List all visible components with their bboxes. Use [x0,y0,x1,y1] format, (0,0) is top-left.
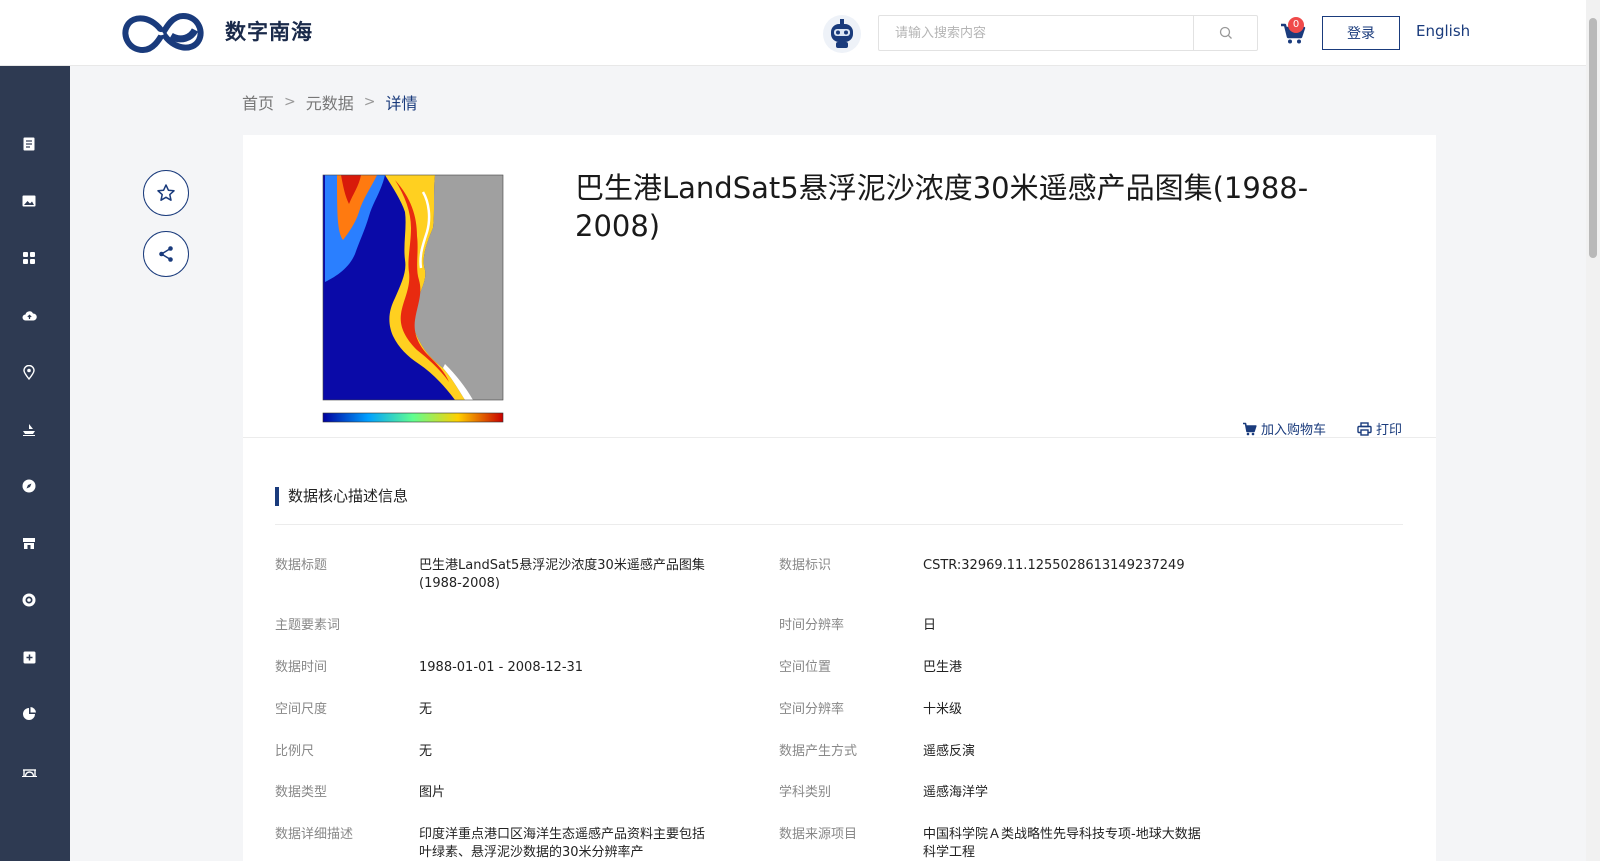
divider [243,437,1436,438]
field-label-production-method: 数据产生方式 [779,744,858,759]
site-name[interactable]: 数字南海 [225,16,313,46]
field-label-time: 数据时间 [275,660,328,675]
star-icon [157,184,175,201]
search-box [878,15,1258,51]
search-input[interactable] [879,16,1193,50]
field-label-data-type: 数据类型 [275,785,328,800]
printer-icon [1357,421,1372,436]
field-label-spatial-resolution: 空间分辨率 [779,702,845,717]
detail-card: 巴生港LandSat5悬浮泥沙浓度30米遥感产品图集(1988-2008) 加入… [243,135,1436,861]
store-icon[interactable] [20,534,38,552]
search-icon [1219,26,1232,39]
pie-chart-icon[interactable] [20,705,38,723]
field-label-discipline: 学科类别 [779,785,832,800]
field-value-description: 印度洋重点港口区海洋生态遥感产品资料主要包括叶绿素、悬浮泥沙数据的30米分辨率产 [419,827,706,860]
breadcrumb: 首页 > 元数据 > 详情 [242,90,418,114]
scrollbar-thumb[interactable] [1589,18,1597,258]
field-label-description: 数据详细描述 [275,827,354,842]
logo-icon[interactable] [119,8,207,58]
field-label-location: 空间位置 [779,660,832,675]
field-value-title: 巴生港LandSat5悬浮泥沙浓度30米遥感产品图集(1988-2008) [419,558,705,591]
field-label-spatial-scale: 空间尺度 [275,702,328,717]
field-value-data-type: 图片 [419,785,446,800]
robot-assistant-icon[interactable] [822,14,862,54]
breadcrumb-home[interactable]: 首页 [242,90,274,114]
add-box-icon[interactable] [20,648,38,666]
print-label: 打印 [1376,423,1403,438]
field-value-time-resolution: 日 [923,618,937,633]
field-value-source-project: 中国科学院Ａ类战略性先导科技专项-地球大数据科学工程 [923,827,1201,860]
section-title: 数据核心描述信息 [275,487,408,506]
bridge-icon[interactable] [20,762,38,780]
share-button[interactable] [143,231,189,277]
top-header: 数字南海 0 登录 English [0,0,1586,66]
chevron-right-icon: > [363,94,376,110]
favorite-button[interactable] [143,170,189,216]
divider [275,524,1403,525]
add-to-cart-link[interactable]: 加入购物车 [1242,419,1326,438]
left-sidebar [0,66,70,861]
ship-icon[interactable] [20,420,38,438]
field-label-time-resolution: 时间分辨率 [779,618,845,633]
field-label-map-scale: 比例尺 [275,744,315,759]
compass-icon[interactable] [20,477,38,495]
login-button[interactable]: 登录 [1322,16,1400,50]
target-icon[interactable] [20,591,38,609]
chevron-right-icon: > [284,94,296,110]
document-icon[interactable] [20,135,38,153]
add-to-cart-label: 加入购物车 [1261,423,1327,438]
breadcrumb-current: 详情 [385,94,418,113]
print-link[interactable]: 打印 [1357,419,1402,438]
field-value-production-method: 遥感反演 [923,744,976,759]
field-label-source-project: 数据来源项目 [779,827,858,842]
image-icon[interactable] [20,192,38,210]
cloud-upload-icon[interactable] [20,306,38,324]
grid-icon[interactable] [20,249,38,267]
cart-count-badge: 0 [1288,17,1304,33]
field-value-location: 巴生港 [923,660,963,675]
search-button[interactable] [1193,16,1257,50]
breadcrumb-metadata[interactable]: 元数据 [306,90,354,114]
field-value-discipline: 遥感海洋学 [923,785,989,800]
dataset-title: 巴生港LandSat5悬浮泥沙浓度30米遥感产品图集(1988-2008) [575,171,1309,243]
field-label-identifier: 数据标识 [779,558,832,573]
field-value-spatial-scale: 无 [419,702,433,717]
field-value-spatial-resolution: 十米级 [923,702,963,717]
field-value-identifier: CSTR:32969.11.1255028613149237249 [923,558,1185,573]
field-label-keywords: 主题要素词 [275,618,341,633]
page-scrollbar[interactable] [1586,0,1600,861]
dataset-thumbnail-image[interactable] [315,172,505,432]
location-pin-icon[interactable] [20,363,38,381]
language-switch[interactable]: English [1416,22,1470,40]
share-icon [159,246,173,262]
field-value-map-scale: 无 [419,744,433,759]
cart-icon [1243,422,1257,435]
field-value-time: 1988-01-01 - 2008-12-31 [419,660,584,675]
field-label-title: 数据标题 [275,558,328,573]
